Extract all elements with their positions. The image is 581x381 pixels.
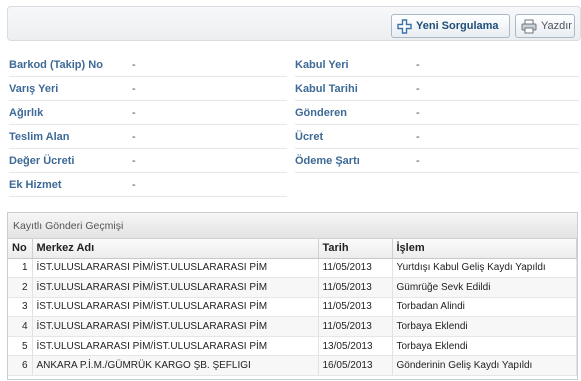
field-acceptance-date: Kabul Tarihi - [295,77,579,101]
table-row[interactable]: 5 İST.ULUSLARARASI PİM/İST.ULUSLARARASI … [8,336,577,357]
field-value: - [132,82,136,95]
history-panel: Kayıtlı Gönderi Geçmişi No Merkez Adı Ta… [7,212,578,380]
field-label: Teslim Alan [9,130,70,143]
field-acceptance-place: Kabul Yeri - [295,53,579,77]
cell-date: 11/05/2013 [318,258,393,279]
column-header-center[interactable]: Merkez Adı [32,239,319,259]
cell-center: İST.ULUSLARARASI PİM/İST.ULUSLARARASI Pİ… [32,258,319,279]
field-label: Varış Yeri [9,82,59,95]
cell-date: 13/05/2013 [318,336,393,357]
table-row[interactable]: 1 İST.ULUSLARARASI PİM/İST.ULUSLARARASI … [8,258,577,279]
field-value: - [416,154,420,167]
field-sender: Gönderen - [295,101,579,125]
shipment-details: Barkod (Takip) No - Varış Yeri - Ağırlık… [9,53,579,201]
table-header-row: No Merkez Adı Tarih İşlem [8,239,577,259]
cell-center: İST.ULUSLARARASI PİM/İST.ULUSLARARASI Pİ… [32,316,319,337]
table-row[interactable]: 4 İST.ULUSLARARASI PİM/İST.ULUSLARARASI … [8,316,577,337]
cell-center: İST.ULUSLARARASI PİM/İST.ULUSLARARASI Pİ… [32,297,319,318]
field-label: Kabul Yeri [295,58,349,71]
field-value: - [132,178,136,191]
field-value: - [416,58,420,71]
field-value: - [132,106,136,119]
field-label: Ağırlık [9,106,44,119]
field-extra-service: Ek Hizmet - [9,173,287,197]
cell-center: İST.ULUSLARARASI PİM/İST.ULUSLARARASI Pİ… [32,277,319,298]
field-fee: Ücret - [295,125,579,149]
cell-no: 5 [8,336,33,357]
cell-date: 11/05/2013 [318,297,393,318]
print-button[interactable]: Yazdır [515,14,575,38]
field-value: - [132,130,136,143]
new-query-button[interactable]: Yeni Sorgulama [391,14,510,38]
field-value: - [416,130,420,143]
cell-action: Torbaya Eklendi [392,336,577,357]
cell-action: Gönderinin Geliş Kaydı Yapıldı [392,355,577,377]
field-weight: Ağırlık - [9,101,287,125]
table-row[interactable]: 2 İST.ULUSLARARASI PİM/İST.ULUSLARARASI … [8,277,577,298]
column-header-date[interactable]: Tarih [318,239,393,259]
field-barcode: Barkod (Takip) No - [9,53,287,77]
cell-action: Yurtdışı Kabul Geliş Kaydı Yapıldı [392,258,577,279]
field-label: Barkod (Takip) No [9,58,103,71]
print-label: Yazdır [541,20,572,32]
cell-center: İST.ULUSLARARASI PİM/İST.ULUSLARARASI Pİ… [32,336,319,357]
field-value-fee: Değer Ücreti - [9,149,287,173]
field-value: - [416,106,420,119]
field-label: Gönderen [295,106,347,119]
cell-action: Gümrüğe Sevk Edildi [392,277,577,298]
cell-action: Torbaya Eklendi [392,316,577,337]
cell-date: 16/05/2013 [318,355,393,377]
field-destination: Varış Yeri - [9,77,287,101]
history-panel-title: Kayıtlı Gönderi Geçmişi [8,213,577,239]
column-header-action[interactable]: İşlem [392,239,577,259]
cell-no: 6 [8,355,33,377]
column-header-no[interactable]: No [8,239,33,259]
field-value: - [132,154,136,167]
new-query-label: Yeni Sorgulama [416,20,499,32]
cell-no: 3 [8,297,33,318]
cell-center: ANKARA P.İ.M./GÜMRÜK KARGO ŞB. ŞEFLIGI [32,355,319,377]
field-value: - [416,82,420,95]
cell-date: 11/05/2013 [318,316,393,337]
field-payment-terms: Ödeme Şartı - [295,149,579,173]
table-row[interactable]: 6 ANKARA P.İ.M./GÜMRÜK KARGO ŞB. ŞEFLIGI… [8,355,577,377]
cell-no: 4 [8,316,33,337]
cell-no: 1 [8,258,33,279]
cell-no: 2 [8,277,33,298]
field-label: Ücret [295,130,324,143]
toolbar: Yeni Sorgulama Yazdır [7,6,581,41]
table-row[interactable]: 3 İST.ULUSLARARASI PİM/İST.ULUSLARARASI … [8,297,577,318]
field-label: Değer Ücreti [9,154,75,167]
field-value: - [132,58,136,71]
cell-action: Torbadan Alindi [392,297,577,318]
field-label: Ek Hizmet [9,178,62,191]
plus-icon [397,18,412,34]
field-label: Ödeme Şartı [295,154,360,167]
history-table: No Merkez Adı Tarih İşlem 1 İST.ULUSLARA… [8,239,577,377]
cell-date: 11/05/2013 [318,277,393,298]
printer-icon [521,19,537,34]
field-label: Kabul Tarihi [295,82,358,95]
field-received-by: Teslim Alan - [9,125,287,149]
